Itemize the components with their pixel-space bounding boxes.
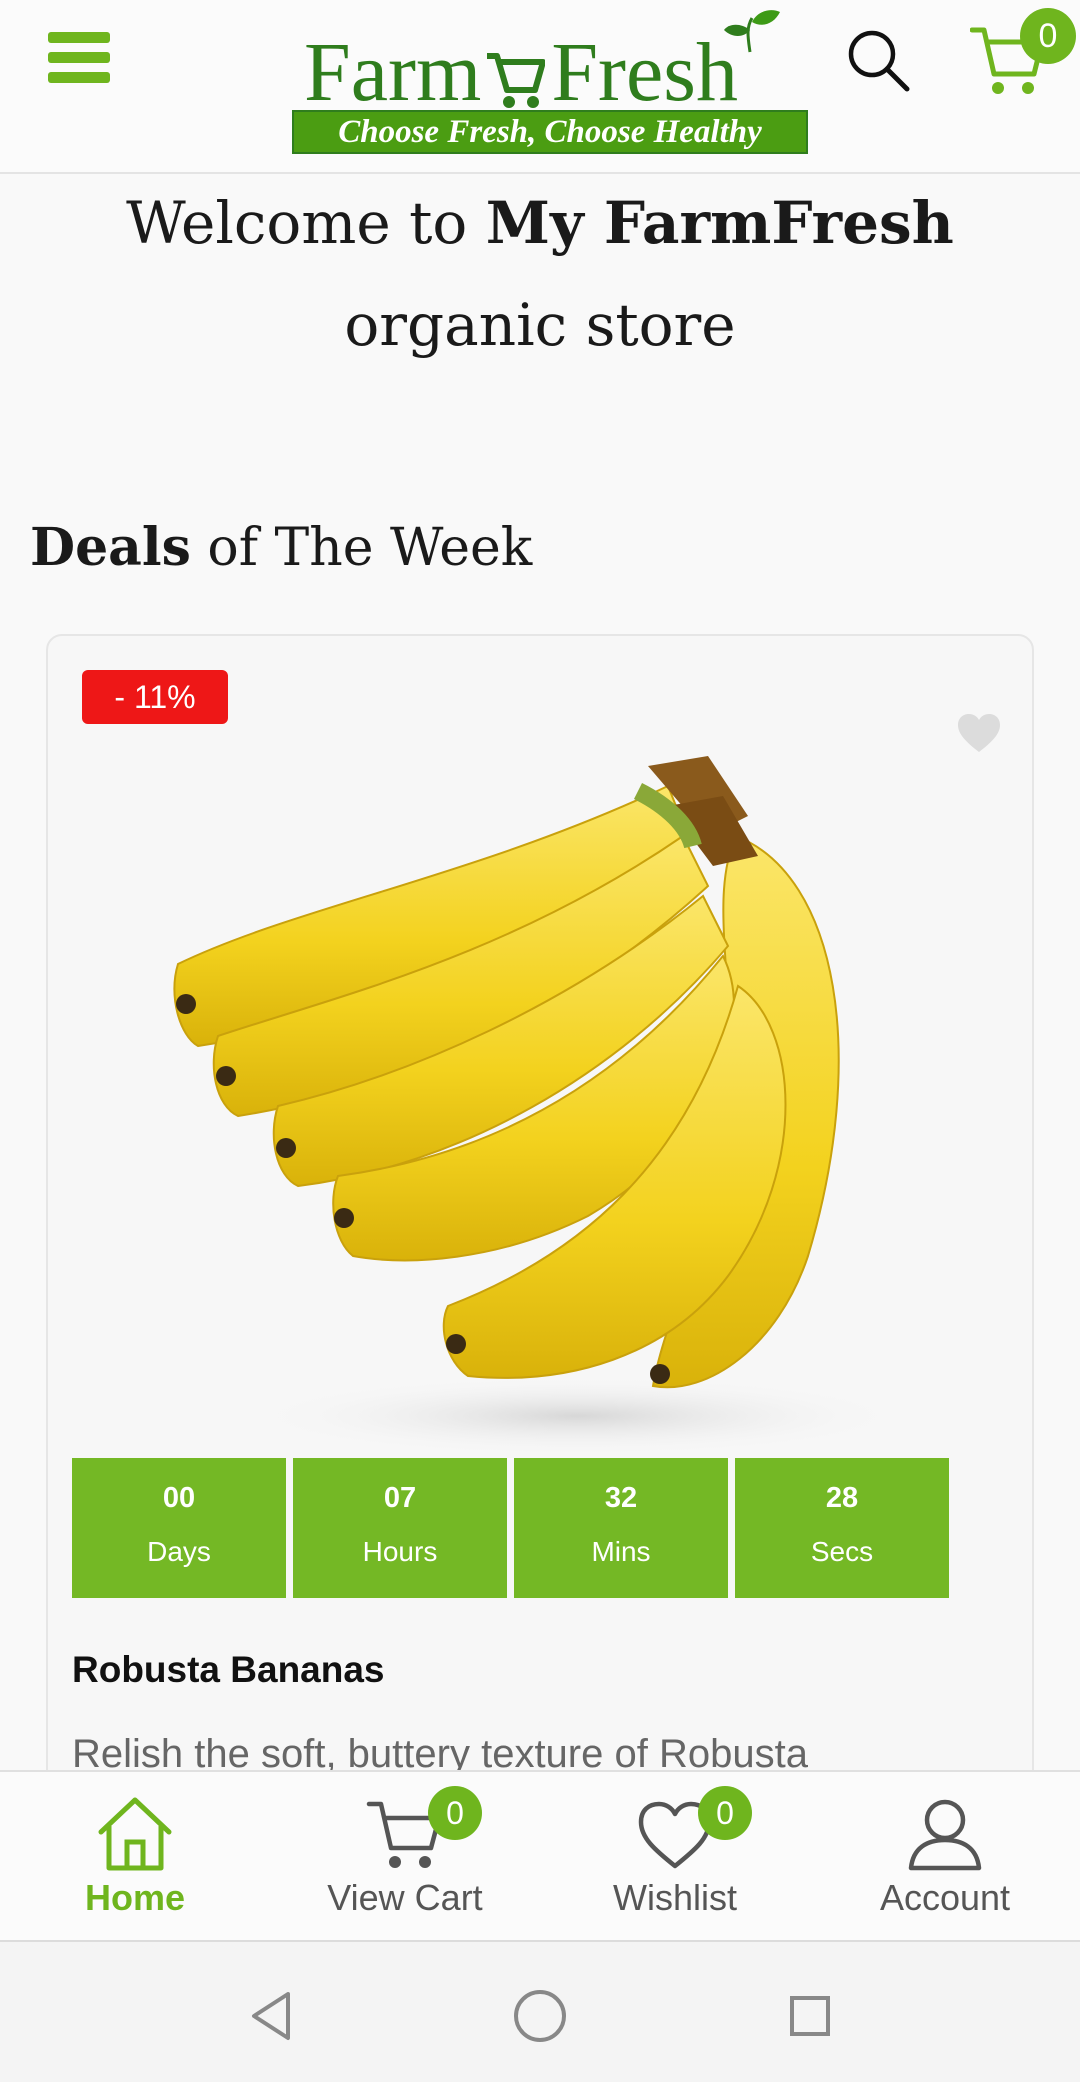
countdown-secs: 28 Secs [735, 1458, 949, 1598]
logo-word-farm: Farm [304, 26, 482, 119]
countdown-days-label: Days [147, 1536, 211, 1567]
nav-account[interactable]: Account [810, 1772, 1080, 1940]
countdown-mins-label: Mins [591, 1536, 651, 1567]
countdown-hours: 07 Hours [293, 1458, 507, 1598]
deals-title-rest: of The Week [190, 518, 533, 578]
nav-view-cart[interactable]: 0 View Cart [270, 1772, 540, 1940]
countdown-hours-value: 07 [383, 1482, 417, 1514]
nav-wishlist[interactable]: 0 Wishlist [540, 1772, 810, 1940]
deal-product-card[interactable]: - 11% 00 Days 07 Hours 32 Mins 28 Secs R… [46, 634, 1034, 1934]
back-icon[interactable] [242, 1986, 302, 2046]
welcome-brand: My FarmFresh [485, 189, 954, 257]
recents-square-icon[interactable] [780, 1986, 840, 2046]
countdown-secs-label: Secs [810, 1536, 874, 1567]
nav-home-label: Home [84, 1877, 186, 1918]
welcome-prefix: Welcome to [126, 189, 486, 257]
farmfresh-logo[interactable]: Farm Fresh Choose Fresh, Choose Healthy [292, 8, 808, 156]
logo-tagline: Choose Fresh, Choose Healthy [292, 110, 808, 154]
home-circle-icon[interactable] [510, 1986, 570, 2046]
nav-account-label: Account [879, 1877, 1011, 1918]
deals-section-title: Deals of The Week [30, 510, 532, 586]
countdown-days-value: 00 [162, 1482, 196, 1514]
countdown-secs-value: 28 [825, 1482, 859, 1514]
nav-home[interactable]: Home [0, 1772, 270, 1940]
search-icon[interactable] [846, 28, 910, 92]
nav-wishlist-badge: 0 [698, 1786, 752, 1840]
bottom-navigation: Home 0 View Cart 0 Wishlist Account [0, 1770, 1080, 1940]
bananas-product-image[interactable] [148, 696, 968, 1466]
welcome-heading: Welcome to My FarmFresh organic store [30, 172, 1050, 376]
hamburger-menu-icon[interactable] [48, 32, 110, 84]
deals-title-bold: Deals [30, 517, 191, 578]
app-header: Farm Fresh Choose Fresh, Choose Healthy … [0, 0, 1080, 174]
nav-cart-badge: 0 [428, 1786, 482, 1840]
countdown-mins-value: 32 [604, 1482, 638, 1514]
logo-cart-icon [487, 53, 546, 108]
nav-view-cart-label: View Cart [327, 1877, 483, 1918]
product-name[interactable]: Robusta Bananas [72, 1646, 385, 1694]
logo-word-fresh: Fresh [551, 26, 738, 119]
welcome-suffix: organic store [344, 291, 736, 359]
home-icon [98, 1797, 172, 1871]
nav-wishlist-label: Wishlist [613, 1877, 737, 1918]
countdown-days: 00 Days [72, 1458, 286, 1598]
countdown-hours-label: Hours [362, 1536, 438, 1567]
countdown-mins: 32 Mins [514, 1458, 728, 1598]
logo-wordmark: Farm Fresh [304, 28, 774, 118]
user-icon [908, 1799, 982, 1871]
system-navigation-bar [0, 1940, 1080, 2082]
cart-count-badge[interactable]: 0 [1020, 8, 1076, 64]
